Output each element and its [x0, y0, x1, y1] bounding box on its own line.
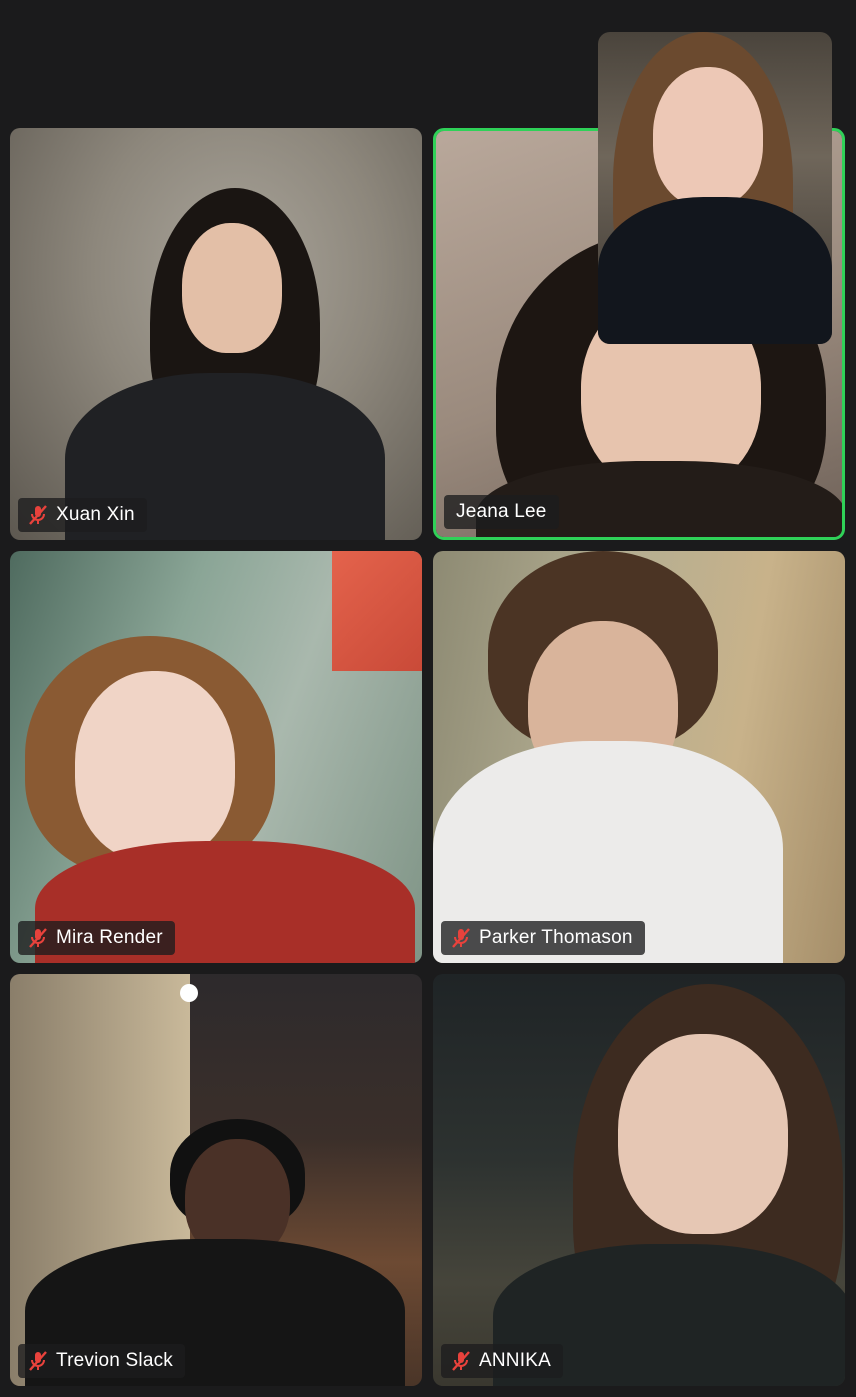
- microphone-muted-icon: [29, 928, 47, 948]
- shirt-print: [155, 498, 315, 540]
- microphone-muted-icon: [29, 505, 47, 525]
- participant-name: Jeana Lee: [456, 501, 547, 522]
- self-view-feed: [598, 32, 832, 344]
- participant-tile-mira-render[interactable]: Mira Render: [10, 551, 422, 963]
- participant-name-tag: Jeana Lee: [444, 495, 559, 529]
- participant-name: Xuan Xin: [56, 504, 135, 525]
- participant-video: [10, 974, 422, 1386]
- microphone-muted-icon: [452, 928, 470, 948]
- wall-mural: [332, 551, 422, 671]
- video-gallery: Xuan Xin Jeana Lee Mira Render Parker Th…: [0, 0, 856, 1397]
- participant-video: [433, 974, 845, 1386]
- participant-tile-trevion-slack[interactable]: Trevion Slack: [10, 974, 422, 1386]
- participant-tile-annika[interactable]: ANNIKA: [433, 974, 845, 1386]
- participant-name: Parker Thomason: [479, 927, 633, 948]
- participant-tile-xuan-xin[interactable]: Xuan Xin: [10, 128, 422, 540]
- participant-name: ANNIKA: [479, 1350, 551, 1371]
- participant-video: [10, 551, 422, 963]
- participant-video: [10, 128, 422, 540]
- participant-video: [433, 551, 845, 963]
- participant-name-tag: Parker Thomason: [441, 921, 645, 955]
- participant-tile-parker-thomason[interactable]: Parker Thomason: [433, 551, 845, 963]
- participant-name-tag: ANNIKA: [441, 1344, 563, 1378]
- participant-name: Trevion Slack: [56, 1350, 173, 1371]
- participant-name: Mira Render: [56, 927, 163, 948]
- microphone-muted-icon: [29, 1351, 47, 1371]
- self-view-video[interactable]: [598, 32, 832, 344]
- participant-name-tag: Xuan Xin: [18, 498, 147, 532]
- participant-name-tag: Mira Render: [18, 921, 175, 955]
- ceiling-light: [180, 984, 198, 1002]
- microphone-muted-icon: [452, 1351, 470, 1371]
- participant-name-tag: Trevion Slack: [18, 1344, 185, 1378]
